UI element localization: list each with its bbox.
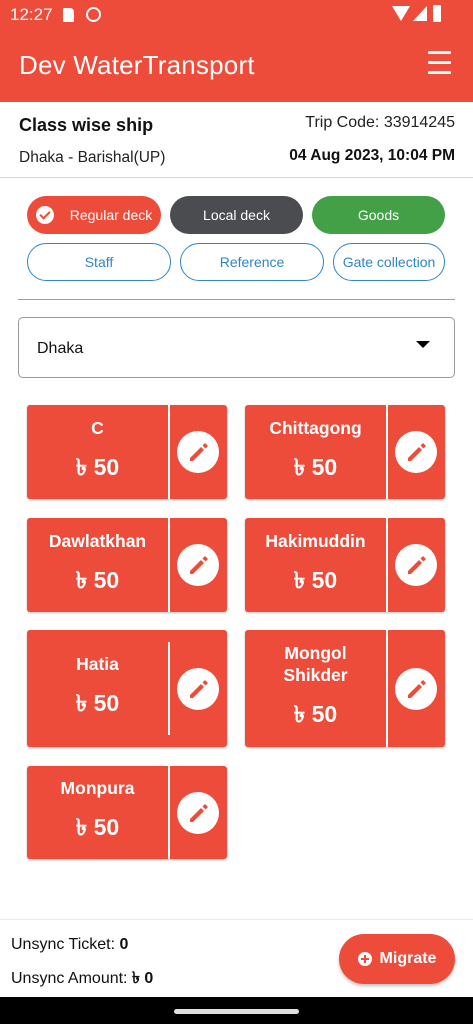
chip-reference[interactable]: Reference: [180, 243, 324, 281]
chip-regular-deck[interactable]: Regular deck: [27, 196, 161, 234]
destination-name: Chittagong: [269, 417, 362, 438]
destination-card-dawlatkhan[interactable]: Dawlatkhan ৳ 50: [27, 518, 227, 612]
trip-code: Trip Code: 33914245: [305, 114, 455, 131]
destination-price: ৳ 50: [75, 453, 120, 480]
chip-goods[interactable]: Goods: [312, 196, 445, 234]
sync-footer: Unsync Ticket: 0 Unsync Amount: ৳ 0 Migr…: [0, 919, 473, 997]
destination-name: Monpura: [60, 778, 135, 798]
card-divider: [386, 518, 388, 612]
destination-card-monpura[interactable]: Monpura ৳ 50: [27, 766, 227, 859]
destination-price: ৳ 50: [293, 566, 338, 593]
edit-icon[interactable]: [177, 792, 219, 834]
chip-staff[interactable]: Staff: [27, 243, 171, 281]
destination-select-value: Dhaka: [37, 340, 84, 357]
card-divider: [386, 405, 388, 499]
hamburger-menu-icon[interactable]: [428, 51, 451, 75]
signal-icon: [413, 6, 427, 21]
destination-card-hakimuddin[interactable]: Hakimuddin ৳ 50: [245, 518, 445, 612]
unsync-amount-label: Unsync Amount:: [11, 970, 128, 987]
chip-gate-collection[interactable]: Gate collection: [333, 243, 445, 281]
card-divider: [168, 766, 170, 859]
edit-icon[interactable]: [395, 431, 437, 473]
chip-gate-collection-label: Gate collection: [342, 254, 436, 270]
unsync-ticket-label: Unsync Ticket:: [11, 936, 116, 953]
edit-icon[interactable]: [177, 544, 219, 586]
system-nav-bar: [0, 997, 473, 1024]
chip-regular-deck-label: Regular deck: [69, 207, 153, 223]
chip-local-deck-label: Local deck: [203, 207, 270, 223]
destination-price: ৳ 50: [75, 690, 120, 716]
section-divider: [18, 299, 455, 300]
destination-card-hatia[interactable]: Hatia ৳ 50: [27, 630, 227, 747]
app-bar: Dev WaterTransport: [0, 30, 473, 102]
migrate-button-label: Migrate: [379, 950, 437, 967]
home-gesture-handle[interactable]: [174, 1009, 299, 1014]
wifi-icon: [392, 6, 410, 21]
destination-name: Hakimuddin: [265, 530, 366, 551]
plus-circle-icon: [357, 952, 372, 966]
route-label: Dhaka - Barishal(UP): [19, 149, 166, 166]
app-title: Dev WaterTransport: [19, 50, 255, 80]
chip-local-deck[interactable]: Local deck: [170, 196, 303, 234]
trip-info: Class wise ship Dhaka - Barishal(UP) Tri…: [0, 102, 473, 178]
card-divider: [168, 642, 170, 735]
status-time: 12:27: [10, 5, 53, 24]
edit-icon[interactable]: [395, 668, 437, 710]
card-divider: [168, 405, 170, 499]
destination-name: Hatia: [76, 654, 119, 674]
destination-card-c[interactable]: C ৳ 50: [27, 405, 227, 499]
trip-datetime: 04 Aug 2023, 10:04 PM: [289, 147, 455, 164]
edit-icon[interactable]: [177, 431, 219, 473]
edit-icon[interactable]: [177, 668, 219, 710]
destination-price: ৳ 50: [293, 453, 338, 480]
dropdown-arrow-icon: [416, 341, 430, 348]
check-circle-icon: [35, 206, 54, 224]
class-label: Class wise ship: [19, 115, 154, 135]
unsync-amount: Unsync Amount: ৳ 0: [11, 965, 153, 992]
unsync-amount-value: ৳ 0: [131, 970, 154, 987]
card-divider: [168, 518, 170, 612]
sim-card-icon: [63, 8, 74, 22]
edit-icon[interactable]: [395, 544, 437, 586]
destination-price: ৳ 50: [293, 701, 338, 727]
destination-card-chittagong[interactable]: Chittagong ৳ 50: [245, 405, 445, 499]
notification-icon: [86, 7, 101, 22]
card-divider: [386, 630, 388, 747]
chip-reference-label: Reference: [219, 254, 285, 270]
chip-staff-label: Staff: [84, 254, 114, 270]
destination-name: Mongol Shikder: [283, 643, 348, 685]
destination-name: Dawlatkhan: [48, 530, 147, 551]
destination-name: C: [91, 417, 104, 438]
unsync-ticket-value: 0: [119, 936, 129, 953]
battery-icon: [433, 5, 441, 22]
destination-card-mongol-shikder[interactable]: Mongol Shikder ৳ 50: [245, 630, 445, 747]
destination-price: ৳ 50: [75, 814, 120, 840]
destination-price: ৳ 50: [75, 566, 120, 593]
unsync-ticket: Unsync Ticket: 0: [11, 936, 128, 954]
destination-select[interactable]: Dhaka: [18, 317, 455, 378]
status-bar: 12:27: [0, 0, 473, 30]
migrate-button[interactable]: Migrate: [339, 934, 455, 984]
chip-goods-label: Goods: [357, 207, 400, 223]
